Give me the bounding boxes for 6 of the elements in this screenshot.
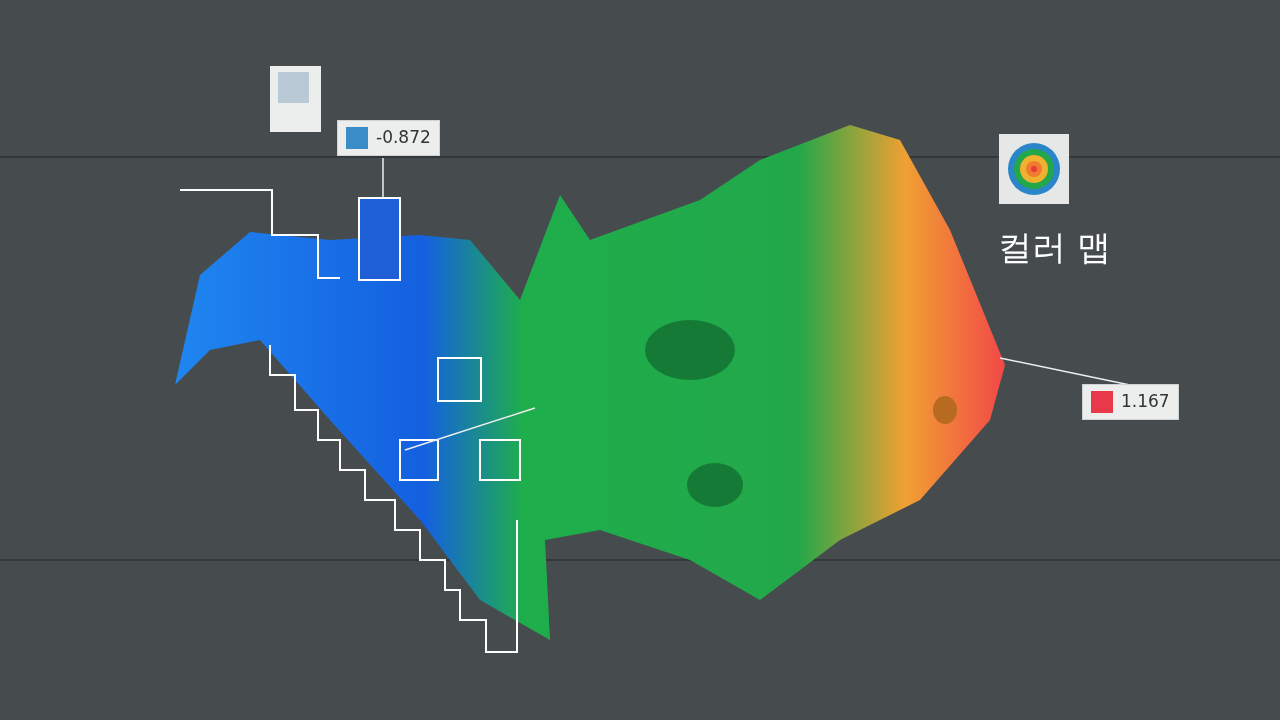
color-map-title: 컬러 맵 <box>998 226 1111 269</box>
deviation-value: -0.872 <box>376 126 431 149</box>
square-icon <box>278 72 309 103</box>
concentric-rings-icon <box>1007 142 1061 196</box>
deviation-value: 1.167 <box>1121 390 1170 413</box>
leader-line <box>382 157 384 199</box>
